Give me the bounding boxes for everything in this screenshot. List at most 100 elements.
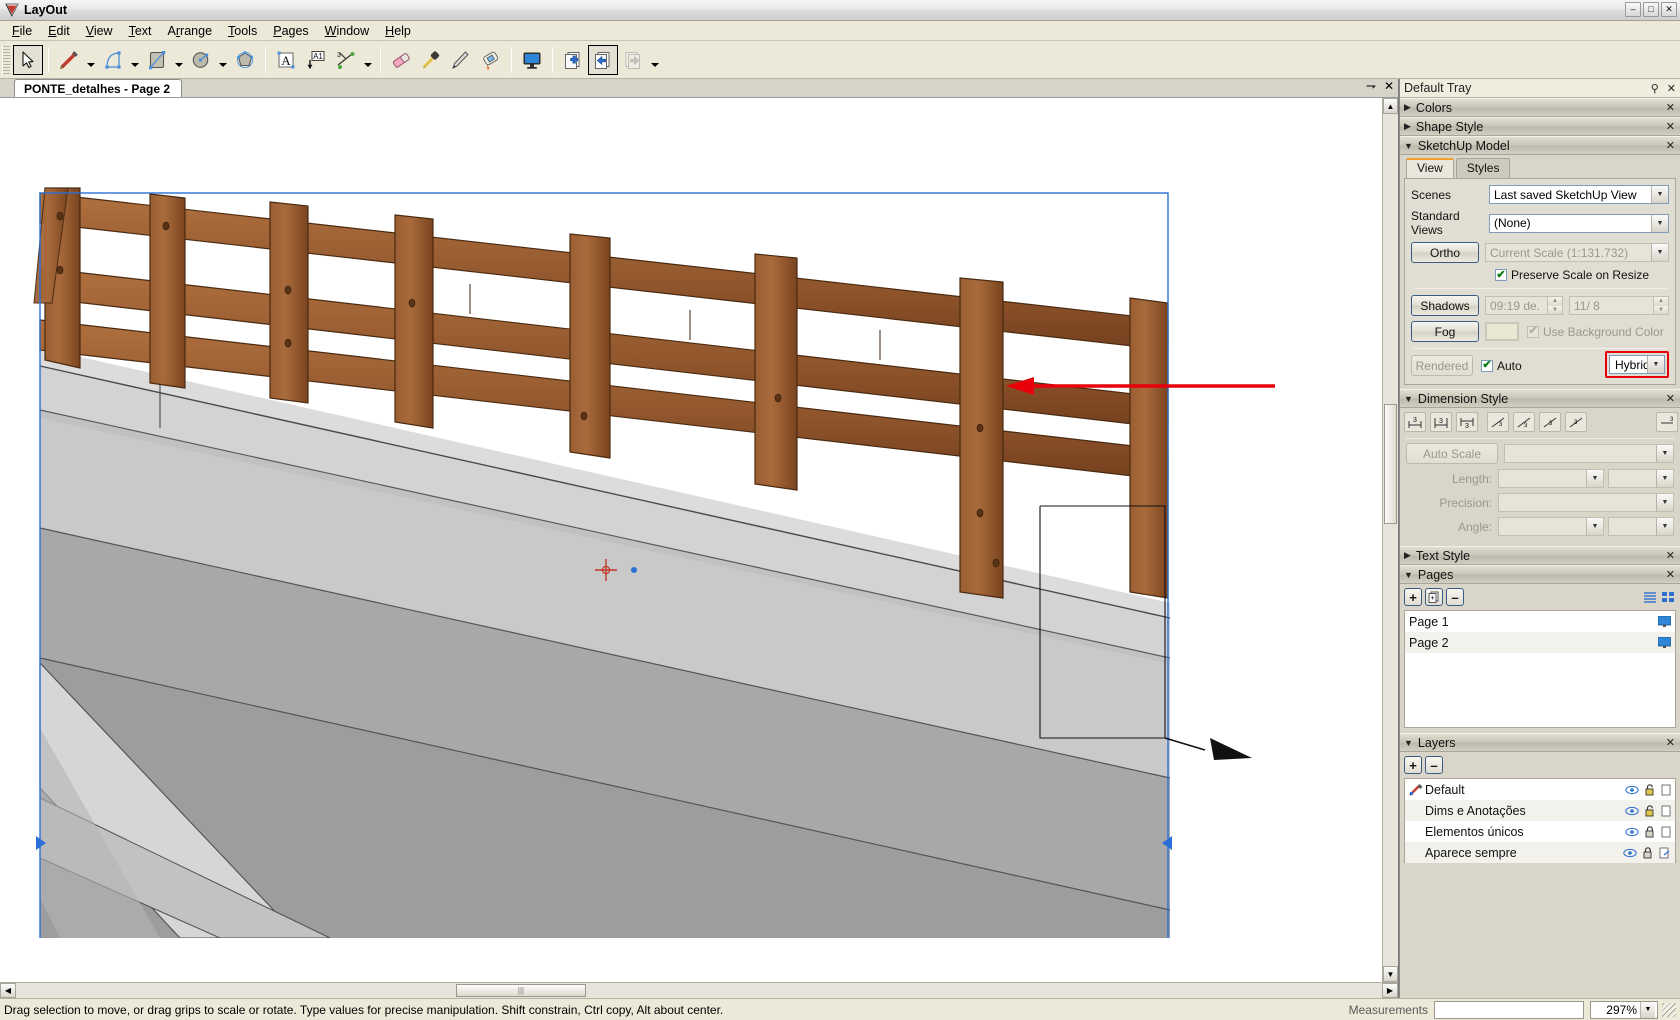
scenes-select[interactable]: Last saved SketchUp View ▼: [1489, 185, 1669, 204]
panel-shape-style-header[interactable]: ▶ Shape Style ✕: [1400, 117, 1680, 136]
presentation-tool[interactable]: [517, 45, 547, 75]
minimize-button[interactable]: –: [1625, 2, 1641, 17]
panel-dimension-style-header[interactable]: ▼ Dimension Style ✕: [1400, 389, 1680, 408]
layers-list[interactable]: Default Dims e Anotações Elementos único…: [1404, 778, 1676, 863]
pages-list[interactable]: Page 1 Page 2: [1404, 610, 1676, 728]
tab-close-icon[interactable]: ✕: [1384, 80, 1394, 92]
tab-view[interactable]: View: [1406, 158, 1454, 178]
dim-rotate-horizontal-icon[interactable]: 3: [1487, 412, 1509, 432]
unlock-icon[interactable]: [1645, 783, 1655, 796]
dim-align-below-icon[interactable]: 3: [1456, 412, 1478, 432]
duplicate-page-button[interactable]: +: [1425, 588, 1443, 606]
eraser-tool[interactable]: [386, 45, 416, 75]
zoom-select[interactable]: 297% ▼: [1590, 1000, 1658, 1019]
menu-arrange[interactable]: Arrange: [160, 22, 221, 40]
panel-colors-close-icon[interactable]: ✕: [1666, 101, 1675, 114]
list-item[interactable]: Elementos únicos: [1405, 821, 1675, 842]
resize-grip[interactable]: [1662, 1002, 1676, 1017]
dim-align-center-icon[interactable]: 3: [1430, 412, 1452, 432]
chevron-down-icon[interactable]: ▼: [1647, 356, 1664, 373]
panel-text-style-header[interactable]: ▶ Text Style ✕: [1400, 546, 1680, 565]
scroll-left-button[interactable]: ◀: [0, 983, 16, 998]
unlock-icon[interactable]: [1645, 804, 1655, 817]
arc-tool-dropdown[interactable]: [128, 45, 142, 75]
polygon-tool[interactable]: [230, 45, 260, 75]
menu-file[interactable]: FFileile: [4, 22, 40, 40]
circle-tool[interactable]: [186, 45, 216, 75]
list-item[interactable]: Dims e Anotações: [1405, 800, 1675, 821]
preserve-scale-checkbox[interactable]: ✔: [1495, 269, 1507, 281]
circle-tool-dropdown[interactable]: [216, 45, 230, 75]
menu-tools[interactable]: Tools: [220, 22, 265, 40]
label-tool[interactable]: A1: [301, 45, 331, 75]
text-tool[interactable]: A: [271, 45, 301, 75]
canvas-vertical-scrollbar[interactable]: ▲ ▼: [1382, 98, 1398, 982]
add-page-button[interactable]: [558, 45, 588, 75]
dim-rotate-vertical-icon[interactable]: 3: [1539, 412, 1561, 432]
pencil-tool-dropdown[interactable]: [84, 45, 98, 75]
menu-pages[interactable]: Pages: [265, 22, 316, 40]
panel-sketchup-model-close-icon[interactable]: ✕: [1666, 139, 1675, 152]
panel-colors-header[interactable]: ▶ Colors ✕: [1400, 98, 1680, 117]
list-view-icon[interactable]: [1643, 591, 1657, 603]
menu-help[interactable]: Help: [377, 22, 419, 40]
panel-layers-header[interactable]: ▼ Layers ✕: [1400, 733, 1680, 752]
add-layer-button[interactable]: +: [1404, 756, 1422, 774]
remove-layer-button[interactable]: –: [1425, 756, 1443, 774]
dim-rotate-aligned-icon[interactable]: 3: [1513, 412, 1535, 432]
monitor-icon[interactable]: [1658, 637, 1671, 648]
measurements-input[interactable]: [1434, 1000, 1584, 1019]
scroll-up-button[interactable]: ▲: [1383, 98, 1398, 114]
canvas-horizontal-scrollbar[interactable]: ◀ ||| ▶: [0, 982, 1398, 998]
page-icon[interactable]: [1661, 805, 1671, 817]
remove-page-button[interactable]: –: [1446, 588, 1464, 606]
panel-text-style-close-icon[interactable]: ✕: [1666, 549, 1675, 562]
vertical-scroll-track[interactable]: [1383, 114, 1398, 966]
maximize-button[interactable]: □: [1643, 2, 1659, 17]
drawing-canvas[interactable]: [0, 98, 1382, 982]
fog-color-swatch[interactable]: [1485, 322, 1519, 341]
lock-icon[interactable]: [1645, 825, 1655, 838]
eyedropper-tool[interactable]: [416, 45, 446, 75]
dim-align-above-icon[interactable]: 3: [1404, 412, 1426, 432]
menu-edit[interactable]: Edit: [40, 22, 78, 40]
select-tool[interactable]: [13, 44, 43, 75]
panel-sketchup-model-header[interactable]: ▼ SketchUp Model ✕: [1400, 136, 1680, 155]
panel-dimension-style-close-icon[interactable]: ✕: [1666, 392, 1675, 405]
render-mode-select[interactable]: Hybrid ▼: [1609, 355, 1665, 374]
panel-pages-close-icon[interactable]: ✕: [1666, 568, 1675, 581]
dimension-tool-dropdown[interactable]: [361, 45, 375, 75]
horizontal-scroll-track[interactable]: |||: [16, 983, 1382, 998]
next-page-button[interactable]: [618, 45, 648, 75]
vertical-scroll-thumb[interactable]: [1384, 404, 1397, 524]
panel-shape-style-close-icon[interactable]: ✕: [1666, 120, 1675, 133]
add-page-tray-button[interactable]: +: [1404, 588, 1422, 606]
rectangle-tool-dropdown[interactable]: [172, 45, 186, 75]
eye-icon[interactable]: [1623, 848, 1637, 858]
standard-views-select[interactable]: (None) ▼: [1489, 213, 1669, 233]
eye-icon[interactable]: [1625, 827, 1639, 837]
menu-window[interactable]: Window: [317, 22, 377, 40]
shared-page-icon[interactable]: [1659, 847, 1671, 859]
panel-pages-header[interactable]: ▼ Pages ✕: [1400, 565, 1680, 584]
fog-button[interactable]: Fog: [1411, 321, 1479, 342]
list-item[interactable]: Page 2: [1405, 632, 1675, 653]
menu-view[interactable]: View: [78, 22, 121, 40]
chevron-down-icon[interactable]: ▼: [1640, 1001, 1655, 1018]
monitor-icon[interactable]: [1658, 616, 1671, 627]
panel-layers-close-icon[interactable]: ✕: [1666, 736, 1675, 749]
ortho-button[interactable]: Ortho: [1411, 242, 1479, 263]
document-tab[interactable]: PONTE_detalhes - Page 2: [14, 79, 183, 97]
page-icon[interactable]: [1661, 826, 1671, 838]
page-icon[interactable]: [1661, 784, 1671, 796]
pencil-tool[interactable]: [54, 45, 84, 75]
arc-tool[interactable]: [98, 45, 128, 75]
dim-start-arrow-icon[interactable]: 3: [1656, 412, 1678, 432]
chevron-down-icon[interactable]: ▼: [1651, 214, 1668, 232]
eye-icon[interactable]: [1625, 806, 1639, 816]
tab-list-icon[interactable]: ⇁: [1366, 80, 1376, 92]
list-item[interactable]: Default: [1405, 779, 1675, 800]
eye-icon[interactable]: [1625, 785, 1639, 795]
style-tool[interactable]: [446, 45, 476, 75]
dimension-tool[interactable]: 3: [331, 45, 361, 75]
